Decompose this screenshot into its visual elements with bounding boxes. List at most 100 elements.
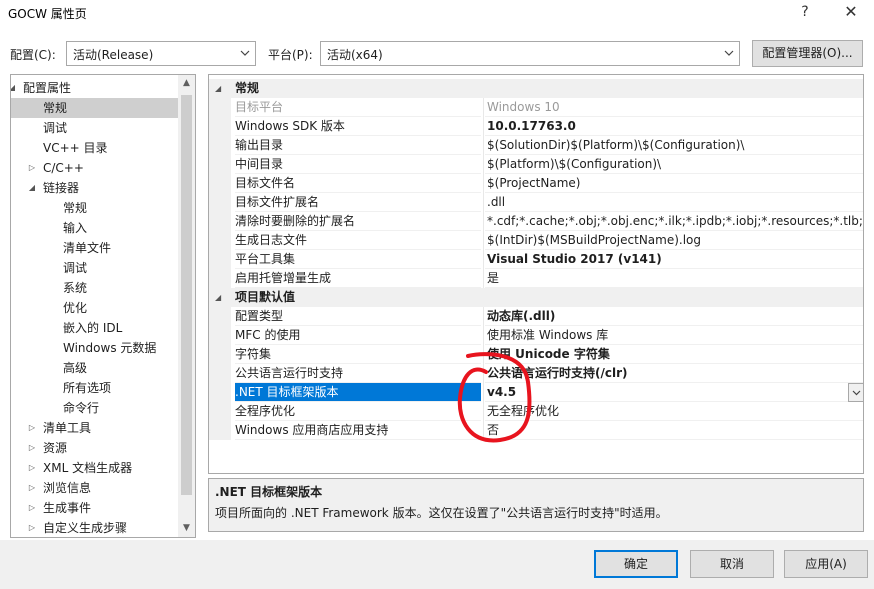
- platform-dropdown[interactable]: 活动(x64): [320, 41, 740, 66]
- tree-item[interactable]: 清单文件: [11, 238, 179, 258]
- tree-item[interactable]: VC++ 目录: [11, 138, 179, 158]
- property-value[interactable]: .dll: [485, 193, 863, 212]
- property-value[interactable]: 是: [485, 269, 863, 288]
- column-divider[interactable]: [483, 269, 484, 288]
- tree-item[interactable]: ◢ 链接器: [11, 178, 179, 198]
- property-value[interactable]: 使用标准 Windows 库: [485, 326, 863, 345]
- column-divider[interactable]: [483, 193, 484, 212]
- expand-arrow-icon[interactable]: ▷: [27, 158, 37, 178]
- column-divider[interactable]: [483, 117, 484, 136]
- property-row[interactable]: Windows 应用商店应用支持否: [209, 421, 863, 440]
- column-divider[interactable]: [483, 326, 484, 345]
- column-divider[interactable]: [483, 98, 484, 117]
- configuration-manager-button[interactable]: 配置管理器(O)...: [752, 40, 863, 67]
- property-row[interactable]: .NET 目标框架版本 v4.5: [209, 383, 863, 402]
- column-divider[interactable]: [483, 364, 484, 383]
- column-divider[interactable]: [483, 383, 484, 402]
- expand-arrow-icon[interactable]: ▷: [27, 458, 37, 478]
- property-row[interactable]: 平台工具集 Visual Studio 2017 (v141): [209, 250, 863, 269]
- column-divider[interactable]: [483, 250, 484, 269]
- property-value[interactable]: $(Platform)\$(Configuration)\: [485, 155, 863, 174]
- property-row[interactable]: 全程序优化 无全程序优化: [209, 402, 863, 421]
- property-row[interactable]: 公共语言运行时支持 公共语言运行时支持(/clr): [209, 364, 863, 383]
- collapse-arrow-icon[interactable]: ◢: [215, 79, 221, 98]
- tree-scrollbar[interactable]: ▲ ▼: [178, 75, 195, 537]
- column-divider[interactable]: [483, 402, 484, 421]
- value-dropdown-button[interactable]: [848, 383, 863, 402]
- property-row[interactable]: Windows SDK 版本 10.0.17763.0: [209, 117, 863, 136]
- cancel-button[interactable]: 取消: [690, 550, 774, 578]
- ok-button[interactable]: 确定: [594, 550, 678, 578]
- property-value[interactable]: Visual Studio 2017 (v141): [485, 250, 863, 269]
- tree-item[interactable]: 优化: [11, 298, 179, 318]
- property-value[interactable]: 使用 Unicode 字符集: [485, 345, 863, 364]
- column-divider[interactable]: [483, 307, 484, 326]
- property-value[interactable]: Windows 10: [485, 98, 863, 117]
- collapse-arrow-icon[interactable]: ◢: [27, 178, 37, 198]
- grid-category[interactable]: ◢ 常规: [209, 79, 863, 98]
- expand-arrow-icon[interactable]: ▷: [27, 498, 37, 518]
- property-value[interactable]: $(ProjectName): [485, 174, 863, 193]
- property-value[interactable]: 无全程序优化: [485, 402, 863, 421]
- tree-item[interactable]: 系统: [11, 278, 179, 298]
- property-row[interactable]: 字符集 使用 Unicode 字符集: [209, 345, 863, 364]
- column-divider[interactable]: [483, 155, 484, 174]
- property-value[interactable]: *.cdf;*.cache;*.obj;*.obj.enc;*.ilk;*.ip…: [485, 212, 863, 231]
- property-row[interactable]: 生成日志文件 $(IntDir)$(MSBuildProjectName).log: [209, 231, 863, 250]
- property-value[interactable]: $(IntDir)$(MSBuildProjectName).log: [485, 231, 863, 250]
- tree-item[interactable]: ▷ XML 文档生成器: [11, 458, 179, 478]
- property-value[interactable]: v4.5: [485, 383, 863, 402]
- property-value[interactable]: $(SolutionDir)$(Platform)\$(Configuratio…: [485, 136, 863, 155]
- collapse-arrow-icon[interactable]: ◢: [215, 288, 221, 307]
- expand-arrow-icon[interactable]: ▷: [27, 418, 37, 438]
- property-row[interactable]: MFC 的使用 使用标准 Windows 库: [209, 326, 863, 345]
- tree-item[interactable]: ◢ 配置属性: [11, 78, 179, 98]
- scrollbar-thumb[interactable]: [181, 95, 192, 495]
- column-divider[interactable]: [483, 345, 484, 364]
- property-row[interactable]: 目标平台 Windows 10: [209, 98, 863, 117]
- property-value[interactable]: 10.0.17763.0: [485, 117, 863, 136]
- close-button[interactable]: ✕: [836, 2, 866, 24]
- property-row[interactable]: 配置类型 动态库(.dll): [209, 307, 863, 326]
- tree-item[interactable]: 高级: [11, 358, 179, 378]
- expand-arrow-icon[interactable]: ▷: [27, 518, 37, 537]
- tree-item[interactable]: ▷ 浏览信息: [11, 478, 179, 498]
- tree-item[interactable]: ▷ 生成事件: [11, 498, 179, 518]
- apply-button[interactable]: 应用(A): [784, 550, 868, 578]
- help-button[interactable]: ?: [790, 2, 820, 24]
- property-row[interactable]: 中间目录 $(Platform)\$(Configuration)\: [209, 155, 863, 174]
- column-divider[interactable]: [483, 212, 484, 231]
- expand-arrow-icon[interactable]: ▷: [27, 478, 37, 498]
- tree-item[interactable]: 嵌入的 IDL: [11, 318, 179, 338]
- column-divider[interactable]: [483, 174, 484, 193]
- column-divider[interactable]: [483, 231, 484, 250]
- collapse-arrow-icon[interactable]: ◢: [11, 78, 17, 98]
- column-divider[interactable]: [483, 421, 484, 440]
- tree-item[interactable]: 所有选项: [11, 378, 179, 398]
- configuration-dropdown[interactable]: 活动(Release): [66, 41, 256, 66]
- property-value[interactable]: 公共语言运行时支持(/clr): [485, 364, 863, 383]
- expand-arrow-icon[interactable]: ▷: [27, 438, 37, 458]
- property-row[interactable]: 清除时要删除的扩展名 *.cdf;*.cache;*.obj;*.obj.enc;…: [209, 212, 863, 231]
- tree-item[interactable]: ▷ 资源: [11, 438, 179, 458]
- tree-item[interactable]: 常规: [11, 198, 179, 218]
- tree-item[interactable]: Windows 元数据: [11, 338, 179, 358]
- property-row[interactable]: 启用托管增量生成是: [209, 269, 863, 288]
- tree-item[interactable]: 输入: [11, 218, 179, 238]
- property-row[interactable]: 目标文件扩展名 .dll: [209, 193, 863, 212]
- tree-item[interactable]: 调试: [11, 118, 179, 138]
- tree-item[interactable]: ▷ 清单工具: [11, 418, 179, 438]
- property-row[interactable]: 目标文件名 $(ProjectName): [209, 174, 863, 193]
- property-value[interactable]: 动态库(.dll): [485, 307, 863, 326]
- tree-item[interactable]: 常规: [11, 98, 179, 118]
- tree-item[interactable]: ▷ C/C++: [11, 158, 179, 178]
- tree-item[interactable]: ▷ 自定义生成步骤: [11, 518, 179, 537]
- scroll-up-icon[interactable]: ▲: [178, 75, 195, 92]
- property-value[interactable]: 否: [485, 421, 863, 440]
- scroll-down-icon[interactable]: ▼: [178, 520, 195, 537]
- tree-item[interactable]: 调试: [11, 258, 179, 278]
- tree-item[interactable]: 命令行: [11, 398, 179, 418]
- grid-category[interactable]: ◢ 项目默认值: [209, 288, 863, 307]
- property-row[interactable]: 输出目录 $(SolutionDir)$(Platform)\$(Configur…: [209, 136, 863, 155]
- column-divider[interactable]: [483, 136, 484, 155]
